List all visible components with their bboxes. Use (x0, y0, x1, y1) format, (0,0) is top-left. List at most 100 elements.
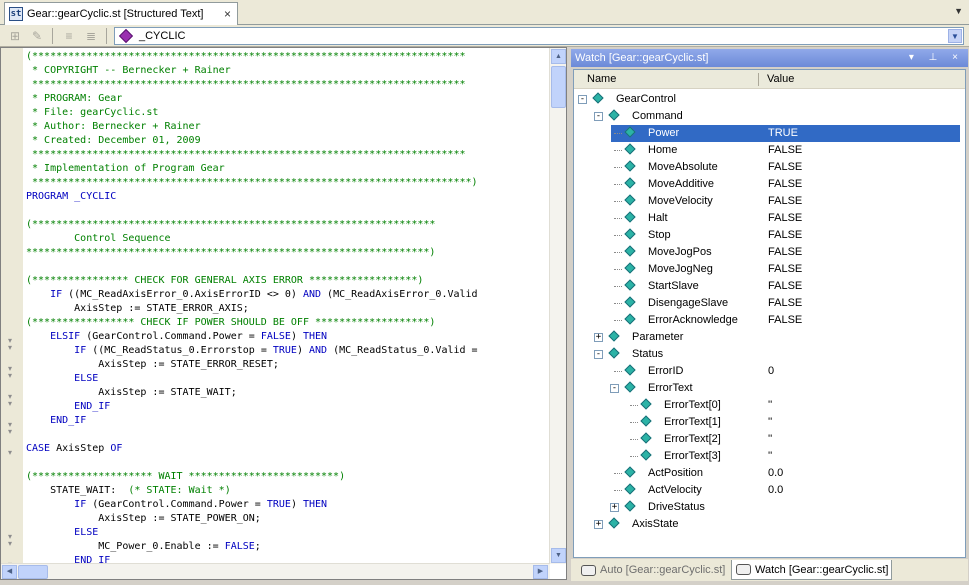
code-editor[interactable]: ▾▾ ▾▾ ▾▾ ▾▾ ▾ ▾▾ ▾ (********************… (0, 47, 567, 580)
code-line[interactable] (26, 260, 550, 274)
fold-marker-icon[interactable]: ▾ ▾ (8, 337, 18, 352)
watch-row-errortext-0[interactable]: ErrorText[0] '' (574, 397, 965, 414)
watch-row-command[interactable]: - Command (574, 108, 965, 125)
code-line[interactable]: AxisStep := STATE_ERROR_RESET; (26, 358, 550, 372)
code-line[interactable]: (**************** CHECK FOR GENERAL AXIS… (26, 274, 550, 288)
vertical-scrollbar[interactable]: ▲ ▼ (549, 48, 566, 564)
close-icon[interactable]: × (224, 7, 231, 21)
watch-row-axisstate[interactable]: + AxisState (574, 516, 965, 533)
collapse-icon[interactable]: - (578, 95, 587, 104)
watch-row-gearcontrol[interactable]: - GearControl (574, 91, 965, 108)
tab-gear-cyclic[interactable]: st Gear::gearCyclic.st [Structured Text]… (4, 2, 238, 25)
watch-row-errortext-3[interactable]: ErrorText[3] '' (574, 448, 965, 465)
fold-marker-icon[interactable]: ▾ ▾ (8, 533, 18, 548)
code-line[interactable]: (***************************************… (26, 50, 550, 64)
scroll-up-icon[interactable]: ▲ (551, 49, 566, 64)
code-text[interactable]: (***************************************… (26, 50, 550, 564)
watch-row-errortext-2[interactable]: ErrorText[2] '' (574, 431, 965, 448)
watch-row-home[interactable]: Home FALSE (574, 142, 965, 159)
watch-row-errortext[interactable]: - ErrorText (574, 380, 965, 397)
watch-row-errorid[interactable]: ErrorID 0 (574, 363, 965, 380)
fold-marker-icon[interactable]: ▾ (8, 449, 18, 463)
code-line[interactable]: AxisStep := STATE_ERROR_AXIS; (26, 302, 550, 316)
code-line[interactable]: (***************************************… (26, 218, 550, 232)
watch-row-moveadditive[interactable]: MoveAdditive FALSE (574, 176, 965, 193)
code-line[interactable]: IF ((MC_ReadStatus_0.Errorstop = TRUE) A… (26, 344, 550, 358)
code-line[interactable]: * Author: Bernecker + Rainer (26, 120, 550, 134)
code-line[interactable]: * PROGRAM: Gear (26, 92, 550, 106)
indent-icon[interactable]: ≡ (60, 28, 78, 44)
code-line[interactable]: Control Sequence (26, 232, 550, 246)
scroll-right-icon[interactable]: ▶ (533, 565, 548, 579)
watch-row-erroracknowledge[interactable]: ErrorAcknowledge FALSE (574, 312, 965, 329)
pane-buttons[interactable]: ▾ ⊥ × (909, 49, 964, 67)
watch-row-halt[interactable]: Halt FALSE (574, 210, 965, 227)
scroll-thumb[interactable] (18, 565, 48, 579)
code-line[interactable]: PROGRAM _CYCLIC (26, 190, 550, 204)
code-line[interactable]: ****************************************… (26, 246, 550, 260)
code-line[interactable]: ELSE (26, 526, 550, 540)
tab-list-dropdown-icon[interactable]: ▼ (954, 6, 963, 16)
code-line[interactable]: ****************************************… (26, 176, 550, 190)
code-line[interactable]: ****************************************… (26, 78, 550, 92)
code-line[interactable]: ****************************************… (26, 148, 550, 162)
code-line[interactable] (26, 456, 550, 470)
scroll-thumb[interactable] (551, 66, 566, 108)
watch-row-drivestatus[interactable]: + DriveStatus (574, 499, 965, 516)
code-line[interactable] (26, 428, 550, 442)
code-line[interactable]: END_IF (26, 414, 550, 428)
watch-row-movejogneg[interactable]: MoveJogNeg FALSE (574, 261, 965, 278)
expand-icon[interactable]: + (610, 503, 619, 512)
code-line[interactable]: STATE_WAIT: (* STATE: Wait *) (26, 484, 550, 498)
watch-row-moveabsolute[interactable]: MoveAbsolute FALSE (574, 159, 965, 176)
expand-icon[interactable]: + (594, 520, 603, 529)
code-line[interactable]: (******************** WAIT *************… (26, 470, 550, 484)
code-line[interactable]: * COPYRIGHT -- Bernecker + Rainer (26, 64, 550, 78)
code-line[interactable]: MC_Power_0.Enable := FALSE; (26, 540, 550, 554)
fold-marker-icon[interactable]: ▾ ▾ (8, 365, 18, 380)
code-line[interactable]: ELSIF (GearControl.Command.Power = FALSE… (26, 330, 550, 344)
code-line[interactable]: IF ((MC_ReadAxisError_0.AxisErrorID <> 0… (26, 288, 550, 302)
scroll-left-icon[interactable]: ◀ (2, 565, 17, 579)
code-line[interactable]: CASE AxisStep OF (26, 442, 550, 456)
outdent-icon[interactable]: ≣ (82, 28, 100, 44)
code-line[interactable]: * Implementation of Program Gear (26, 162, 550, 176)
fold-marker-icon[interactable]: ▾ ▾ (8, 421, 18, 436)
scroll-down-icon[interactable]: ▼ (551, 548, 566, 563)
watch-row-movevelocity[interactable]: MoveVelocity FALSE (574, 193, 965, 210)
code-line[interactable]: * Created: December 01, 2009 (26, 134, 550, 148)
watch-row-startslave[interactable]: StartSlave FALSE (574, 278, 965, 295)
horizontal-scrollbar[interactable]: ◀ ▶ (1, 563, 550, 579)
column-divider[interactable] (758, 73, 759, 86)
code-line[interactable]: * File: gearCyclic.st (26, 106, 550, 120)
watch-row-status[interactable]: - Status (574, 346, 965, 363)
collapse-icon[interactable]: - (610, 384, 619, 393)
tab-auto[interactable]: Auto [Gear::gearCyclic.st] (577, 560, 725, 580)
watch-add-icon[interactable]: ⊞ (6, 28, 24, 44)
watch-row-parameter[interactable]: + Parameter (574, 329, 965, 346)
pen-icon[interactable]: ✎ (28, 28, 46, 44)
code-line[interactable]: ELSE (26, 372, 550, 386)
expand-icon[interactable]: + (594, 333, 603, 342)
collapse-icon[interactable]: - (594, 350, 603, 359)
watch-row-stop[interactable]: Stop FALSE (574, 227, 965, 244)
collapse-icon[interactable]: - (594, 112, 603, 121)
code-line[interactable]: END_IF (26, 400, 550, 414)
watch-row-disengageslave[interactable]: DisengageSlave FALSE (574, 295, 965, 312)
chevron-down-icon[interactable]: ▼ (948, 29, 962, 43)
code-line[interactable]: (***************** CHECK IF POWER SHOULD… (26, 316, 550, 330)
code-line[interactable] (26, 204, 550, 218)
watch-row-movejogpos[interactable]: MoveJogPos FALSE (574, 244, 965, 261)
fold-marker-icon[interactable]: ▾ ▾ (8, 393, 18, 408)
program-select[interactable]: _CYCLIC ▼ (114, 27, 964, 45)
watch-tree[interactable]: Name Value - GearControl - Command Power TRUE… (573, 69, 966, 558)
code-line[interactable]: AxisStep := STATE_POWER_ON; (26, 512, 550, 526)
tab-watch[interactable]: Watch [Gear::gearCyclic.st] (731, 560, 892, 580)
watch-row-actvelocity[interactable]: ActVelocity 0.0 (574, 482, 965, 499)
column-header-value[interactable]: Value (767, 73, 794, 85)
code-line[interactable]: AxisStep := STATE_WAIT; (26, 386, 550, 400)
watch-row-power[interactable]: Power TRUE (574, 125, 965, 142)
watch-row-errortext-1[interactable]: ErrorText[1] '' (574, 414, 965, 431)
column-header-name[interactable]: Name (587, 73, 616, 85)
code-line[interactable]: IF (GearControl.Command.Power = TRUE) TH… (26, 498, 550, 512)
